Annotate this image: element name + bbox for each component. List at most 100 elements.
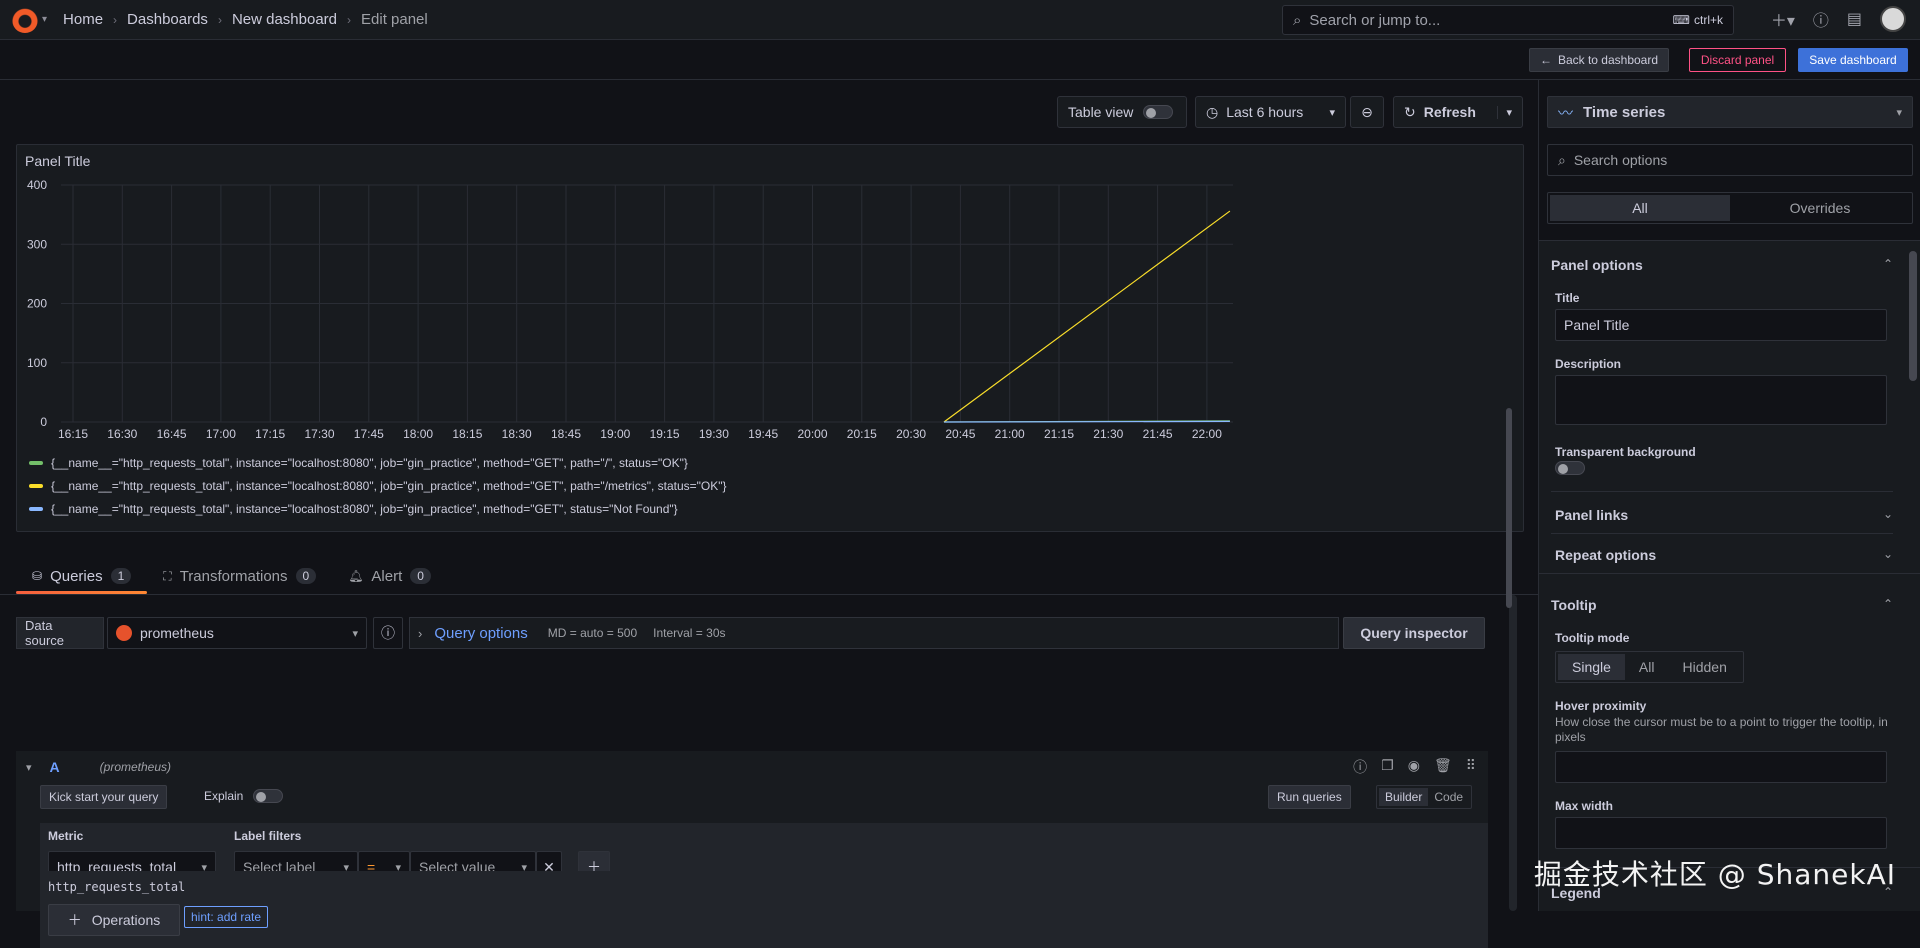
data-source-picker[interactable]: prometheus▾ bbox=[107, 617, 367, 649]
kick-start-button[interactable]: Kick start your query bbox=[40, 785, 167, 809]
plus-icon[interactable]: ＋▾ bbox=[1771, 7, 1795, 31]
chevron-down-icon[interactable]: ⌄ bbox=[1883, 507, 1893, 521]
save-dashboard-button[interactable]: Save dashboard bbox=[1798, 48, 1908, 72]
chevron-down-icon: ▾ bbox=[1329, 106, 1335, 119]
visualization-picker[interactable]: 〰Time series▾ bbox=[1547, 96, 1913, 128]
refresh-label: Refresh bbox=[1424, 104, 1476, 120]
legend-item[interactable]: {__name__="http_requests_total", instanc… bbox=[29, 474, 727, 497]
overrides-button[interactable]: Overrides bbox=[1730, 195, 1910, 221]
chevron-right-icon: › bbox=[218, 13, 222, 27]
y-tick-label: 200 bbox=[27, 297, 47, 311]
title-input[interactable]: Panel Title bbox=[1555, 309, 1887, 341]
breadcrumb-home[interactable]: Home bbox=[63, 11, 103, 28]
grafana-logo-icon[interactable] bbox=[12, 7, 38, 33]
code-mode-button[interactable]: Code bbox=[1428, 788, 1469, 806]
title-label: Title bbox=[1555, 291, 1579, 305]
queries-pane: Data source prometheus▾ ⓘ › Query option… bbox=[0, 595, 1538, 911]
toggle-switch[interactable] bbox=[253, 789, 283, 803]
help-icon[interactable]: ⓘ bbox=[1813, 7, 1829, 31]
chevron-down-icon[interactable]: ⌄ bbox=[1883, 547, 1893, 561]
tab-transformations[interactable]: ⛶Transformations0 bbox=[147, 558, 332, 594]
legend-label: {__name__="http_requests_total", instanc… bbox=[51, 479, 727, 493]
search-options-input[interactable]: ⌕Search options bbox=[1547, 144, 1913, 176]
tab-alert[interactable]: 🔔︎Alert0 bbox=[332, 558, 447, 594]
avatar[interactable] bbox=[1880, 6, 1906, 32]
series-line bbox=[944, 211, 1230, 422]
breadcrumb: Home › Dashboards › New dashboard › Edit… bbox=[63, 11, 428, 28]
data-source-label: Data source bbox=[16, 617, 104, 649]
toggle-switch[interactable] bbox=[1143, 105, 1173, 119]
discard-panel-button[interactable]: Discard panel bbox=[1689, 48, 1786, 72]
y-tick-label: 100 bbox=[27, 356, 47, 370]
transparent-background-toggle[interactable] bbox=[1545, 461, 1585, 478]
zoom-out-button[interactable]: ⊖ bbox=[1350, 96, 1384, 128]
main-scrollbar-thumb[interactable] bbox=[1506, 408, 1512, 608]
builder-mode-button[interactable]: Builder bbox=[1379, 788, 1428, 806]
tooltip-header[interactable]: Tooltip bbox=[1551, 597, 1597, 613]
divider bbox=[1539, 573, 1920, 574]
max-width-input[interactable] bbox=[1555, 817, 1887, 849]
help-icon[interactable]: ⓘ bbox=[1353, 757, 1367, 777]
copy-icon[interactable]: ❐ bbox=[1381, 757, 1394, 777]
time-series-icon: 〰 bbox=[1558, 102, 1573, 123]
zoom-out-icon: ⊖ bbox=[1361, 104, 1373, 121]
clock-icon: ◷ bbox=[1206, 104, 1218, 121]
table-view-toggle[interactable]: Table view bbox=[1057, 96, 1187, 128]
mode-single-button[interactable]: Single bbox=[1558, 654, 1625, 680]
all-button[interactable]: All bbox=[1550, 195, 1730, 221]
repeat-options-header[interactable]: Repeat options bbox=[1555, 547, 1656, 563]
tab-queries[interactable]: ⛁Queries1 bbox=[16, 558, 147, 594]
chevron-up-icon[interactable]: ⌃ bbox=[1883, 257, 1893, 271]
data-source-help-button[interactable]: ⓘ bbox=[373, 617, 403, 649]
breadcrumb-dashboards[interactable]: Dashboards bbox=[127, 11, 208, 28]
legend-item[interactable]: {__name__="http_requests_total", instanc… bbox=[29, 451, 727, 474]
mode-hidden-button[interactable]: Hidden bbox=[1668, 654, 1740, 680]
drag-icon[interactable]: ⠿ bbox=[1466, 757, 1476, 777]
divider bbox=[1551, 533, 1893, 534]
legend-item[interactable]: {__name__="http_requests_total", instanc… bbox=[29, 497, 727, 520]
news-icon[interactable]: ▤ bbox=[1847, 9, 1862, 29]
hint-add-rate-button[interactable]: hint: add rate bbox=[184, 906, 268, 928]
time-range-picker[interactable]: ◷Last 6 hours▾ bbox=[1195, 96, 1346, 128]
query-ref-datasource: (prometheus) bbox=[100, 760, 171, 774]
transparent-background-label: Transparent background bbox=[1555, 445, 1696, 459]
legend-swatch bbox=[29, 484, 43, 488]
queries-scrollbar[interactable] bbox=[1509, 595, 1517, 911]
query-options-label[interactable]: Query options bbox=[434, 625, 527, 642]
chevron-up-icon[interactable]: ⌃ bbox=[1883, 597, 1893, 611]
add-operation-button[interactable]: ＋Operations bbox=[48, 904, 180, 936]
panel-title: Panel Title bbox=[25, 153, 90, 169]
breadcrumb-new-dashboard[interactable]: New dashboard bbox=[232, 11, 337, 28]
query-inspector-button[interactable]: Query inspector bbox=[1343, 617, 1485, 649]
x-tick-label: 20:30 bbox=[896, 427, 926, 441]
help-icon: ⓘ bbox=[381, 623, 395, 643]
panel-options-header[interactable]: Panel options bbox=[1551, 257, 1643, 273]
query-ref-id[interactable]: A bbox=[50, 759, 60, 775]
label-filters-label: Label filters bbox=[234, 829, 301, 843]
description-input[interactable] bbox=[1555, 375, 1887, 425]
search-bar[interactable]: ⌕ Search or jump to... ⌨ctrl+k bbox=[1282, 5, 1734, 35]
panel-links-header[interactable]: Panel links bbox=[1555, 507, 1628, 523]
run-queries-button[interactable]: Run queries bbox=[1268, 785, 1351, 809]
toggle-switch[interactable] bbox=[1555, 461, 1585, 475]
x-tick-label: 19:45 bbox=[748, 427, 778, 441]
trash-icon[interactable]: 🗑︎ bbox=[1434, 757, 1452, 777]
eye-icon[interactable]: ◉ bbox=[1408, 757, 1420, 777]
options-scrollbar[interactable] bbox=[1909, 251, 1917, 381]
back-to-dashboard-button[interactable]: ←Back to dashboard bbox=[1529, 48, 1669, 72]
explain-toggle[interactable]: Explain bbox=[204, 789, 283, 803]
x-tick-label: 17:30 bbox=[304, 427, 334, 441]
chevron-down-icon[interactable]: ▾ bbox=[42, 14, 47, 25]
chevron-down-icon[interactable]: ▾ bbox=[1497, 106, 1512, 119]
data-source-value: prometheus bbox=[140, 625, 214, 641]
editor-mode-toggle: Builder Code bbox=[1376, 785, 1472, 809]
mode-all-button[interactable]: All bbox=[1625, 654, 1669, 680]
hover-proximity-input[interactable] bbox=[1555, 751, 1887, 783]
query-options-bar[interactable]: › Query options MD = auto = 500 Interval… bbox=[409, 617, 1339, 649]
x-tick-label: 20:45 bbox=[945, 427, 975, 441]
chevron-down-icon[interactable]: ▾ bbox=[26, 761, 32, 774]
search-options-placeholder: Search options bbox=[1574, 152, 1667, 168]
refresh-button[interactable]: ↻Refresh▾ bbox=[1393, 96, 1523, 128]
legend-label: {__name__="http_requests_total", instanc… bbox=[51, 456, 688, 470]
x-tick-label: 20:00 bbox=[797, 427, 827, 441]
